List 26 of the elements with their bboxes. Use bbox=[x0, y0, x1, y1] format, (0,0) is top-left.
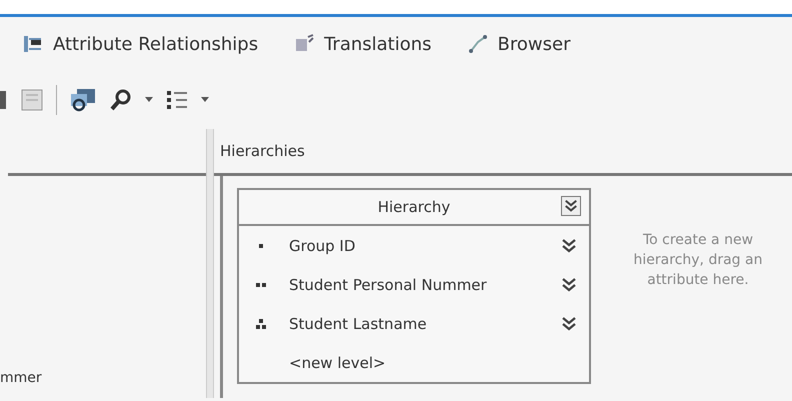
level-name[interactable]: Student Personal Nummer bbox=[289, 276, 561, 294]
search-icon[interactable] bbox=[109, 88, 133, 112]
attribute-name: mmer bbox=[0, 370, 42, 386]
level-name[interactable]: Group ID bbox=[289, 236, 561, 254]
dropdown-caret-icon[interactable] bbox=[201, 97, 209, 103]
hint-text: To create a new hierarchy, drag an attribute here. bbox=[632, 231, 764, 290]
panel-title: Hierarchies bbox=[220, 142, 305, 160]
designer-tab[interactable]: Translations bbox=[289, 30, 437, 58]
relationships-icon bbox=[23, 34, 43, 54]
chevron-down-icon[interactable] bbox=[561, 316, 577, 332]
level-name[interactable]: Student Lastname bbox=[289, 314, 561, 332]
dropdown-caret-icon[interactable] bbox=[145, 97, 153, 103]
hierarchy-title: Hierarchy bbox=[378, 198, 450, 216]
browser-icon bbox=[468, 34, 488, 54]
new-level-item[interactable]: <new level> bbox=[253, 354, 386, 372]
list-icon[interactable] bbox=[165, 88, 189, 112]
toolbar-icon[interactable] bbox=[0, 89, 8, 111]
grid-icon[interactable] bbox=[20, 88, 44, 112]
chevron-down-icon[interactable] bbox=[561, 276, 577, 292]
designer-tab[interactable]: Attribute Relationships bbox=[18, 30, 264, 58]
designer-tab[interactable]: Browser bbox=[462, 30, 576, 58]
window-search-icon[interactable] bbox=[69, 87, 97, 113]
chevron-down-icon[interactable] bbox=[561, 238, 577, 254]
level-icon bbox=[253, 316, 269, 330]
collapse-button[interactable] bbox=[561, 196, 581, 216]
translations-icon bbox=[294, 34, 314, 54]
